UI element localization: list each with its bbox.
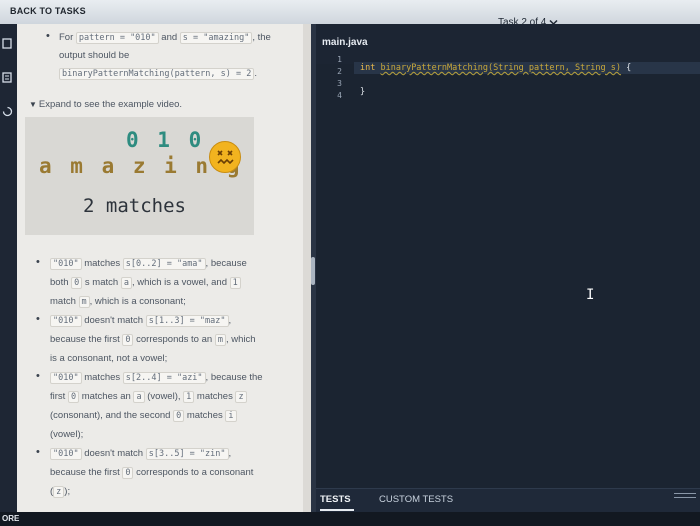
expand-label: Expand to see the example video. bbox=[38, 99, 183, 110]
tab-custom-tests[interactable]: CUSTOM TESTS bbox=[379, 494, 453, 505]
bullet: • bbox=[36, 256, 40, 268]
line-number-gutter: 1 2 3 4 bbox=[316, 54, 352, 102]
example-4-line-1: "010" doesn't match s[3..5] = "zin", bbox=[50, 448, 231, 460]
example-4-line-2: because the first 0 corresponds to a con… bbox=[50, 467, 254, 479]
dizzy-face-icon bbox=[209, 141, 241, 173]
example-4-line-3: (z); bbox=[50, 486, 71, 498]
line-number: 3 bbox=[337, 79, 342, 88]
line-number: 4 bbox=[337, 91, 342, 100]
panel-resize-handle-icon[interactable] bbox=[674, 493, 696, 498]
example-1-line-3: match m, which is a consonant; bbox=[50, 296, 186, 308]
code-text[interactable]: int binaryPatternMatching(String pattern… bbox=[360, 62, 631, 98]
bottom-bar: ORE bbox=[0, 512, 700, 526]
description-scrollbar[interactable] bbox=[303, 24, 311, 516]
tab-tests[interactable]: TESTS bbox=[320, 494, 351, 505]
example-3-line-2: first 0 matches an a (vowel), 1 matches … bbox=[50, 391, 247, 403]
example-2-line-2: because the first 0 corresponds to an m,… bbox=[50, 334, 256, 346]
file-tab-main-java[interactable]: main.java bbox=[322, 37, 368, 48]
bullet: • bbox=[36, 313, 40, 325]
left-icon-strip bbox=[0, 24, 17, 514]
intro-line-3: binaryPatternMatching(pattern, s) = 2. bbox=[59, 68, 257, 80]
intro-line-1: For pattern = "010" and s = "amazing", t… bbox=[59, 32, 271, 44]
example-1-line-2: both 0 s match a, which is a vowel, and … bbox=[50, 277, 241, 289]
task-description-panel: • For pattern = "010" and s = "amazing",… bbox=[17, 24, 311, 516]
list-icon[interactable] bbox=[1, 72, 13, 84]
active-tab-indicator bbox=[320, 509, 354, 511]
refresh-icon[interactable] bbox=[1, 106, 13, 118]
bottom-tabs: TESTS CUSTOM TESTS bbox=[316, 488, 700, 513]
document-icon[interactable] bbox=[1, 38, 13, 50]
intro-line-2: output should be bbox=[59, 50, 130, 61]
more-label[interactable]: ORE bbox=[2, 514, 19, 523]
splitter-handle[interactable] bbox=[311, 257, 315, 285]
line-number: 1 bbox=[337, 55, 342, 64]
editor-header bbox=[316, 24, 700, 64]
example-1-line-1: "010" matches s[0..2] = "ama", because bbox=[50, 258, 247, 270]
example-3-line-3: (consonant), and the second 0 matches i bbox=[50, 410, 237, 422]
triangle-down-icon: ▼ bbox=[29, 100, 37, 109]
example-2-line-3: is a consonant, not a vowel; bbox=[50, 353, 168, 364]
code-editor[interactable]: main.java 1 2 3 4 int binaryPatternMatch… bbox=[316, 24, 700, 516]
bullet: • bbox=[36, 370, 40, 382]
video-matches: 2 matches bbox=[83, 195, 186, 217]
bullet: • bbox=[36, 446, 40, 458]
expand-video-toggle[interactable]: ▼ Expand to see the example video. bbox=[29, 99, 182, 110]
example-2-line-1: "010" doesn't match s[1..3] = "maz", bbox=[50, 315, 231, 327]
function-signature: binaryPatternMatching(String pattern, St… bbox=[380, 63, 622, 73]
text-cursor-icon: I bbox=[586, 287, 595, 303]
bullet: • bbox=[46, 30, 50, 42]
top-bar: BACK TO TASKS bbox=[0, 0, 700, 24]
video-pattern: 0 1 0 bbox=[126, 128, 205, 152]
example-3-line-4: (vowel); bbox=[50, 429, 84, 440]
example-video[interactable]: 0 1 0 a m a z i n g 2 matches bbox=[25, 117, 254, 235]
example-3-line-1: "010" matches s[2..4] = "azi", because t… bbox=[50, 372, 263, 384]
back-to-tasks-link[interactable]: BACK TO TASKS bbox=[10, 6, 86, 16]
line-number: 2 bbox=[337, 67, 342, 76]
